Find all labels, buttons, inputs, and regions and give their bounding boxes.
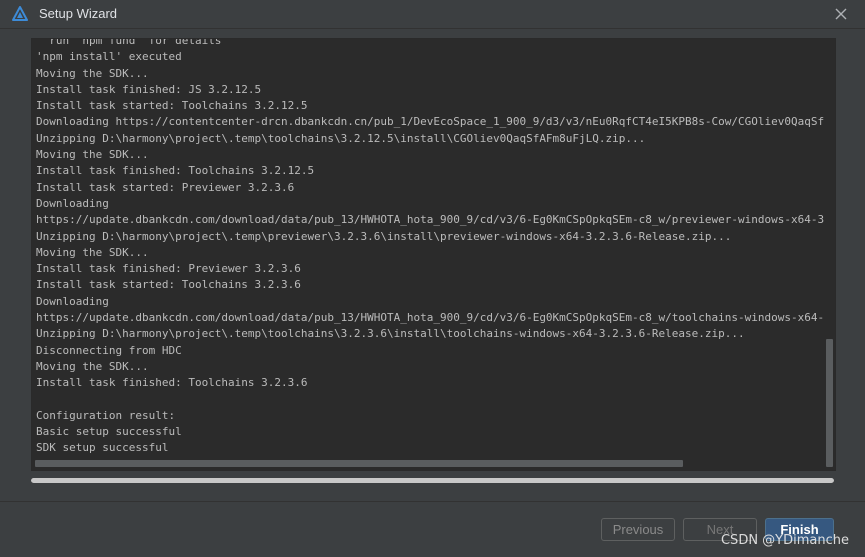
previous-button[interactable]: Previous xyxy=(601,518,675,541)
horizontal-scrollbar-thumb[interactable] xyxy=(35,460,683,467)
title-bar: Setup Wizard xyxy=(0,0,865,29)
console-line: 'npm install' executed xyxy=(36,50,182,64)
console-line: run npm fund for details xyxy=(36,38,222,47)
console-line: Downloading xyxy=(36,294,109,308)
console-output[interactable]: run npm fund for details 'npm install' ex… xyxy=(31,38,836,471)
console-line: Install task finished: Toolchains 3.2.3.… xyxy=(36,376,308,390)
console-line: SDK setup successful xyxy=(36,441,169,455)
console-line: Downloading https://contentcenter-drcn.d… xyxy=(36,115,825,129)
console-line: Install task finished: JS 3.2.12.5 xyxy=(36,82,262,96)
close-icon[interactable] xyxy=(831,4,851,24)
console-line: Install task started: Previewer 3.2.3.6 xyxy=(36,180,295,194)
deveco-logo-icon xyxy=(12,6,28,22)
console-line: Install task finished: Previewer 3.2.3.6 xyxy=(36,262,301,276)
setup-wizard-window: Setup Wizard run npm fund for details 'np… xyxy=(0,0,865,557)
vertical-scrollbar[interactable] xyxy=(826,39,833,467)
console-line: Unzipping D:\harmony\project\.temp\toolc… xyxy=(36,327,745,341)
console-line: https://update.dbankcdn.com/download/dat… xyxy=(36,213,825,227)
console-line: https://update.dbankcdn.com/download/dat… xyxy=(36,311,825,325)
console-line: Install task started: Toolchains 3.2.3.6 xyxy=(36,278,301,292)
console-line: Moving the SDK... xyxy=(36,148,149,162)
console-line: Downloading xyxy=(36,196,109,210)
console-line: Moving the SDK... xyxy=(36,66,149,80)
watermark-text: CSDN @YDimanche xyxy=(720,533,849,548)
footer-divider xyxy=(0,501,865,502)
console-line: Install task started: Toolchains 3.2.12.… xyxy=(36,99,308,113)
vertical-scrollbar-thumb[interactable] xyxy=(826,339,833,467)
console-line: Configuration result: xyxy=(36,408,176,422)
console-line: Moving the SDK... xyxy=(36,245,149,259)
console-line: Basic setup successful xyxy=(36,425,182,439)
console-log: run npm fund for details 'npm install' ex… xyxy=(36,38,826,457)
console-line: Moving the SDK... xyxy=(36,359,149,373)
console-line: Unzipping D:\harmony\project\.temp\toolc… xyxy=(36,131,646,145)
console-line: Disconnecting from HDC xyxy=(36,343,182,357)
progress-bar-fill xyxy=(31,478,834,483)
progress-bar xyxy=(31,478,834,483)
console-line: Install task finished: Toolchains 3.2.12… xyxy=(36,164,315,178)
console-line: Unzipping D:\harmony\project\.temp\previ… xyxy=(36,229,732,243)
window-title: Setup Wizard xyxy=(39,6,118,21)
